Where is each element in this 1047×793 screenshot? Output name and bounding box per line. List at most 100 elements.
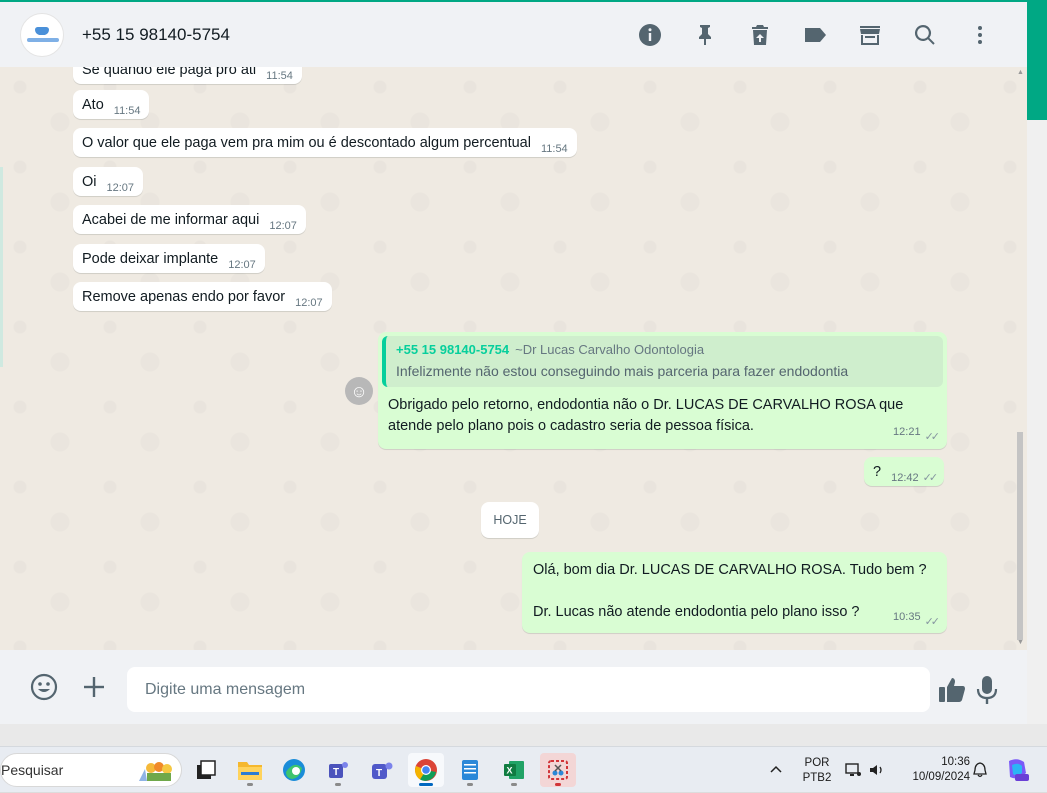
svg-text:T: T [376, 768, 382, 779]
scroll-thumb[interactable] [1017, 432, 1023, 640]
microphone-icon[interactable] [975, 675, 999, 705]
message-input[interactable] [127, 667, 930, 712]
message-in[interactable]: Ato 11:54 [73, 90, 150, 119]
copilot-icon[interactable] [1004, 747, 1030, 793]
scroll-down-icon[interactable]: ▼ [1017, 639, 1024, 646]
clock-time: 10:36 [941, 756, 970, 768]
accent-bar [1027, 0, 1047, 120]
date-divider: HOJE [481, 502, 539, 538]
chat-header: +55 15 98140-5754 [0, 0, 1027, 67]
svg-text:X: X [507, 766, 513, 776]
quoted-message[interactable]: +55 15 98140-5754 ~Dr Lucas Carvalho Odon… [382, 336, 943, 387]
tooth-logo-icon [35, 26, 49, 35]
message-text: Remove apenas endo por favor [82, 289, 286, 305]
info-icon[interactable] [622, 15, 677, 55]
taskbar-task-view[interactable] [188, 753, 224, 787]
message-text: Ato [82, 97, 104, 113]
message-text: Acabei de me informar aqui [82, 212, 260, 228]
taskbar-excel[interactable]: X [496, 753, 532, 787]
message-time: 12:21 [893, 426, 921, 438]
scroll-up-icon[interactable]: ▲ [1017, 69, 1024, 76]
logo-lettering [27, 37, 59, 42]
message-in[interactable]: Acabei de me informar aqui 12:07 [73, 205, 306, 234]
message-out[interactable]: ? 12:42 ✓✓ [864, 457, 945, 486]
whatsapp-window: +55 15 98140-5754 Se quando ele paga pro… [0, 0, 1027, 724]
windows-taskbar: Pesquisar T T X POR PTB2 10:36 10/09/202… [0, 746, 1047, 792]
message-text: Se quando ele paga pro ati [82, 67, 257, 78]
language-code: POR [804, 757, 830, 769]
taskbar-edge[interactable] [276, 753, 312, 787]
message-out-reply[interactable]: +55 15 98140-5754 ~Dr Lucas Carvalho Odon… [378, 332, 947, 449]
tray-overflow-icon[interactable] [768, 747, 784, 793]
message-out[interactable]: Olá, bom dia Dr. LUCAS DE CARVALHO ROSA.… [522, 552, 947, 633]
input-language[interactable]: POR PTB2 [800, 756, 834, 786]
taskbar-file-explorer[interactable] [232, 753, 268, 787]
quote-author: +55 15 98140-5754 [396, 342, 510, 357]
message-in[interactable]: Se quando ele paga pro ati 11:54 [73, 67, 302, 84]
delete-icon[interactable] [732, 15, 787, 55]
desktop-gap [0, 724, 1047, 746]
contact-avatar[interactable] [20, 12, 64, 57]
search-label: Pesquisar [1, 762, 64, 778]
pin-icon[interactable] [677, 15, 732, 55]
notifications-bell-icon[interactable] [972, 747, 988, 793]
thumbs-up-icon[interactable] [937, 675, 967, 705]
network-icon[interactable] [844, 747, 862, 793]
search-icon[interactable] [897, 15, 952, 55]
running-indicator [247, 783, 253, 786]
smiley-icon: ☺ [350, 381, 368, 401]
volume-icon[interactable] [868, 747, 886, 793]
flowers-icon [139, 762, 172, 781]
taskbar-teams[interactable]: T [320, 753, 356, 787]
message-time: 11:54 [540, 143, 568, 155]
edge-icon [283, 759, 305, 781]
message-text: ? [873, 464, 882, 480]
message-text: O valor que ele paga vem pra mim ou é de… [82, 135, 531, 151]
taskbar-snipping-tool[interactable] [540, 753, 576, 787]
keyboard-layout: PTB2 [802, 772, 832, 784]
composer-bar [0, 650, 1027, 724]
teams-icon: T [372, 762, 393, 779]
taskbar-search[interactable]: Pesquisar [0, 753, 182, 787]
quote-text: Infelizmente não estou conseguindo mais … [396, 363, 849, 379]
message-in[interactable]: O valor que ele paga vem pra mim ou é de… [73, 128, 577, 157]
message-text: Pode deixar implante [82, 251, 219, 267]
contact-name[interactable]: +55 15 98140-5754 [82, 25, 230, 45]
notepad-icon [462, 760, 478, 780]
message-text: atende pelo plano pois o cadastro seria … [388, 418, 754, 434]
attach-plus-icon[interactable] [80, 673, 108, 701]
message-time: 10:35 [893, 611, 921, 623]
taskbar-chrome[interactable] [408, 753, 444, 787]
running-indicator [511, 783, 517, 786]
label-icon[interactable] [787, 15, 842, 55]
store-icon[interactable] [842, 15, 897, 55]
double-check-icon: ✓✓ [922, 472, 939, 484]
message-in[interactable]: Remove apenas endo por favor 12:07 [73, 282, 332, 311]
message-text: Obrigado pelo retorno, endodontia não o … [388, 397, 904, 413]
taskbar-notepad[interactable] [452, 753, 488, 787]
chrome-icon [415, 759, 437, 781]
excel-icon: X [504, 761, 524, 779]
message-text: Oi [82, 174, 97, 190]
emoji-icon[interactable] [30, 673, 58, 701]
running-indicator [555, 783, 561, 786]
message-text: Dr. Lucas não atende endodontia pelo pla… [533, 604, 860, 620]
chat-scrollbar[interactable]: ▲ ▼ [1016, 67, 1024, 650]
message-list[interactable]: Se quando ele paga pro ati 11:54 Ato 11:54… [0, 67, 1027, 650]
clock-date: 10/09/2024 [912, 771, 970, 783]
active-indicator [419, 783, 433, 786]
system-clock[interactable]: 10:36 10/09/2024 [898, 755, 970, 785]
menu-dots-icon[interactable] [952, 15, 1007, 55]
message-in[interactable]: Pode deixar implante 12:07 [73, 244, 265, 273]
taskbar-teams-new[interactable]: T [364, 753, 400, 787]
message-time: 11:54 [266, 70, 293, 82]
message-time: 12:07 [295, 297, 323, 309]
message-time: 12:42 [891, 472, 919, 484]
react-emoji-button[interactable]: ☺ [345, 377, 373, 405]
teams-icon: T [329, 762, 348, 778]
message-in[interactable]: Oi 12:07 [73, 167, 144, 196]
running-indicator [335, 783, 341, 786]
svg-text:T: T [333, 767, 339, 778]
message-time: 12:07 [228, 259, 256, 271]
quote-alias: ~Dr Lucas Carvalho Odontologia [515, 342, 705, 357]
